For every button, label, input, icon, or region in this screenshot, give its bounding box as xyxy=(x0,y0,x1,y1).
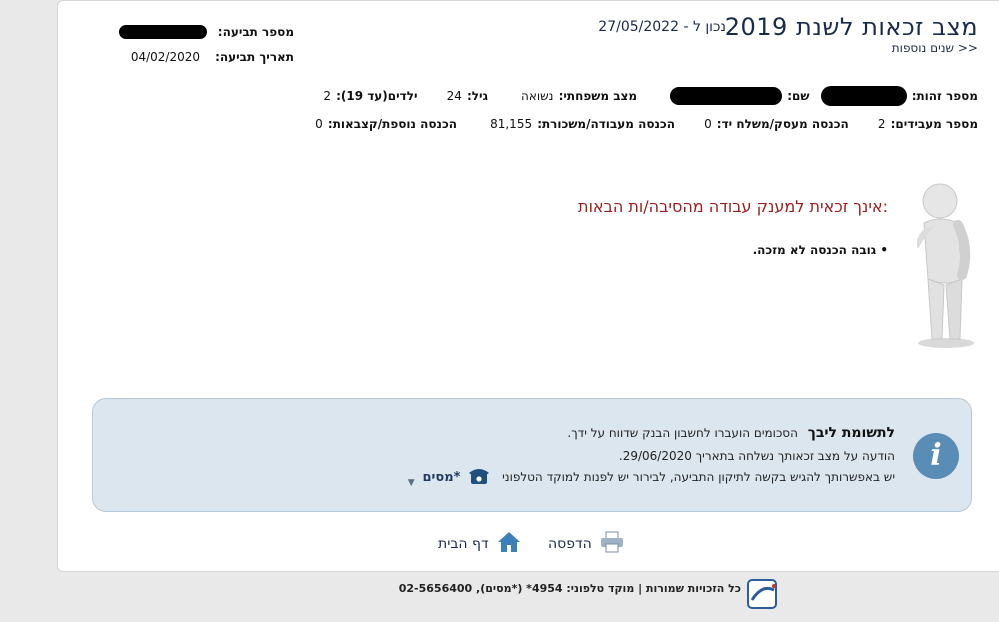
providers-label: מספר מעבידים: xyxy=(890,117,978,131)
claim-date-row: תאריך תביעה: 04/02/2020 xyxy=(84,46,294,65)
notice-text-2: הודעה על מצב זכאותך נשלחה בתאריך 29/06/2… xyxy=(618,449,895,463)
ineligibility-message: אינך זכאית למענק עבודה מהסיבה/ות הבאות: xyxy=(578,197,888,216)
home-icon xyxy=(497,531,521,557)
print-button[interactable]: הדפסה xyxy=(548,531,624,557)
info-icon: i xyxy=(913,433,959,479)
claim-number-label: מספר תביעה: xyxy=(217,25,294,39)
name-label: שם: xyxy=(787,89,810,103)
tax-authority-logo xyxy=(740,576,784,616)
redacted-claim-number xyxy=(118,24,207,39)
id-label: מספר זהות: xyxy=(911,89,978,103)
age-value: 24 xyxy=(446,89,462,103)
salary-income-label: הכנסה מעבודה/משכורת: xyxy=(537,117,675,131)
income-row: מספר מעבידים: 2 הכנסה מעסק/משלח יד: 0 הכ… xyxy=(315,113,978,132)
notice-text-1: הסכומים הועברו לחשבון הבנק שדווח על ידך. xyxy=(567,426,798,440)
children-value: 2 xyxy=(323,89,331,103)
notice-line-1: לתשומת ליבך הסכומים הועברו לחשבון הבנק ש… xyxy=(567,425,895,441)
extra-income-value: 0 xyxy=(315,117,323,131)
age-label: גיל: xyxy=(467,89,488,103)
phone-icon xyxy=(468,467,490,488)
salary-income-value: 81,155 xyxy=(490,117,533,131)
extra-income-label: הכנסה נוספת/קצבאות: xyxy=(327,117,457,131)
claim-date-value: 04/02/2020 xyxy=(130,50,201,64)
claim-number-row: מספר תביעה: xyxy=(84,21,294,40)
footer-text: כל הזכויות שמורות | מוקד טלפוני: 4954* (… xyxy=(398,582,741,595)
reason-list-item: • גובה הכנסה לא מזכה. xyxy=(753,243,888,257)
business-income-value: 0 xyxy=(704,117,712,131)
notice-box: i לתשומת ליבך הסכומים הועברו לחשבון הבנק… xyxy=(92,398,972,512)
main-card: מצב זכאות לשנת 2019 נכון ל - 27/05/2022 … xyxy=(57,0,999,572)
marital-value: נשואה xyxy=(521,89,554,103)
children-label: ילדים(עד 19): xyxy=(336,89,418,103)
redacted-id xyxy=(820,85,907,106)
notice-title: לתשומת ליבך xyxy=(807,425,895,441)
chevron-down-icon[interactable]: ▼ xyxy=(408,478,415,488)
bullet-icon: • xyxy=(880,243,888,257)
print-label: הדפסה xyxy=(548,536,592,552)
home-button[interactable]: דף הבית xyxy=(438,531,521,557)
redacted-name xyxy=(670,86,783,105)
phone-label[interactable]: *מסים xyxy=(423,470,461,485)
more-years-link[interactable]: שנים נוספות >> xyxy=(892,41,978,55)
providers-value: 2 xyxy=(877,117,886,131)
thinking-person-illustration xyxy=(906,179,976,349)
reason-text: גובה הכנסה לא מזכה. xyxy=(752,243,877,257)
business-income-label: הכנסה מעסק/משלח יד: xyxy=(716,117,849,131)
notice-text-3: יש באפשרותך להגיש בקשה לתיקון התביעה, לב… xyxy=(502,470,895,484)
marital-label: מצב משפחתי: xyxy=(558,89,638,103)
notice-line-3: יש באפשרותך להגיש בקשה לתיקון התביעה, לב… xyxy=(408,467,895,488)
printer-icon xyxy=(600,531,624,557)
page-title: מצב זכאות לשנת 2019 xyxy=(724,13,978,41)
claim-date-label: תאריך תביעה: xyxy=(215,50,294,64)
as-of-date: נכון ל - 27/05/2022 xyxy=(598,19,726,35)
person-row: מספר זהות: שם: מצב משפחתי: נשואה גיל: 24… xyxy=(323,85,978,106)
home-label: דף הבית xyxy=(438,536,489,552)
